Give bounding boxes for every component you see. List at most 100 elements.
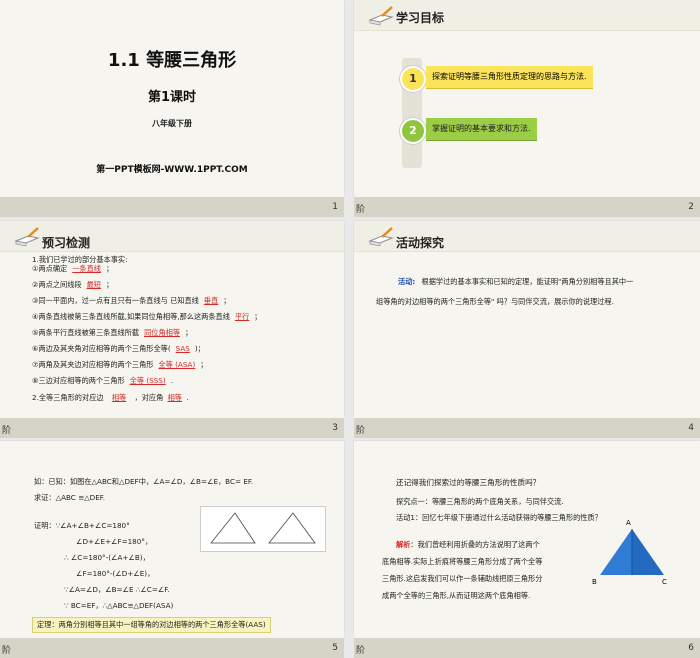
question-2: 2.全等三角形的对应边 相等 ，对应角 相等 . (32, 393, 189, 403)
book-pencil-icon (14, 227, 40, 247)
q2-fill-2: 相等 (167, 393, 182, 402)
fact-item: ③同一平面内，过一点有且只有一条直线与 已知直线 垂直； (32, 296, 230, 306)
page-number: 6 (688, 643, 694, 653)
fact-item: ⑧三边对应相等的两个三角形 全等 (SSS). (32, 376, 173, 386)
q2-pre: 2.全等三角形的对应边 (32, 393, 104, 402)
page-number: 1 (332, 202, 338, 212)
analysis-text-3: 三角形.这启发我们可以作一条辅助线把原三角形分 (382, 574, 543, 583)
fact-answer: 全等 (ASA) (158, 360, 196, 369)
analysis-label: 解析 (396, 540, 411, 549)
review-question: 还记得我们探索过的等腰三角形的性质吗？ (396, 478, 541, 487)
explore-point-1: 探究点一：等腰三角形的两个底角关系，与同伴交流. (396, 497, 564, 506)
analysis-line-1: 解析：我们曾经利用折叠的方法说明了这两个 (396, 540, 540, 550)
fact-text: 两条平行直线被第三条直线所截 (38, 328, 140, 337)
fact-answer: 最短 (86, 280, 101, 289)
proof-line-2: ∠D+∠E+∠F=180°， (76, 537, 153, 546)
fact-answer: 一条直线 (72, 264, 101, 273)
slide-5[interactable]: 如：已知：如图在△ABC和△DEF中，∠A=∠D，∠B=∠E，BC= EF. 求… (0, 441, 344, 638)
fact-answer: 同位角相等 (144, 328, 181, 337)
fact-answer: 垂直 (203, 296, 219, 305)
goal-1-number: 1 (400, 66, 426, 92)
vertex-a-label: A (626, 519, 631, 527)
page-number: 3 (332, 423, 338, 433)
vertex-b-label: B (592, 578, 597, 586)
slide-3-bar: 阶 3 (0, 418, 344, 438)
goal-2-number: 2 (400, 118, 426, 144)
fact-punct: )； (194, 344, 205, 353)
activity-text-1: 根据学过的基本事实和已知的定理，能证明"两角分别相等且其中一 (421, 277, 634, 286)
triangle-abc (210, 512, 256, 544)
slide-subtitle: 第1课时 (147, 90, 197, 105)
fact-text: 两边及其夹角对应相等的两个三角形全等( (38, 344, 171, 353)
slide-header: 预习检测 (42, 236, 91, 250)
footer-site: 第一PPT模板网-WWW.1PPT.COM (96, 165, 248, 175)
fact-text: 同一平面内，过一点有且只有一条直线与 已知直线 (38, 296, 199, 305)
proof-line-5: ∵∠A=∠D，∠B=∠E ∴∠C=∠F. (64, 585, 170, 594)
left-mark: 阶 (2, 646, 12, 656)
activity-label: 活动: (398, 277, 416, 286)
q2-mid: ，对应角 (134, 393, 164, 402)
fact-punct: ； (200, 360, 208, 369)
isosceles-triangle-figure: A B C (586, 519, 676, 611)
grade-label: 八年级下册 (152, 119, 192, 128)
slide-2[interactable]: 学习目标 1 探索证明等腰三角形性质定理的思路与方法. 2 掌握证明的基本要求和… (354, 0, 700, 197)
fact-punct: ； (254, 312, 262, 321)
fact-item: ②两点之间线段 最短； (32, 280, 113, 290)
given-line: 如：已知：如图在△ABC和△DEF中，∠A=∠D，∠B=∠E，BC= EF. (34, 477, 254, 486)
slide-header: 活动探究 (396, 236, 445, 250)
analysis-text-4: 成两个全等的三角形,从而证明这两个底角相等. (382, 591, 531, 600)
slide-2-bar: 阶 2 (354, 197, 700, 217)
right-half (632, 529, 664, 575)
triangle-def (268, 512, 316, 544)
fact-answer: SAS (175, 344, 190, 353)
slide-6[interactable]: 还记得我们探索过的等腰三角形的性质吗？ 探究点一：等腰三角形的两个底角关系，与同… (354, 441, 700, 638)
fact-item: ⑥两边及其夹角对应相等的两个三角形全等(SAS)； (32, 344, 205, 354)
fact-text: 两角及其夹边对应相等的两个三角形 (38, 360, 154, 369)
triangles-figure (200, 506, 326, 552)
slide-1[interactable]: 1.1 等腰三角形 第1课时 八年级下册 第一PPT模板网-WWW.1PPT.C… (0, 0, 344, 197)
prove-line: 求证：△ABC ≌△DEF. (34, 493, 106, 502)
activity-line-1: 活动: 根据学过的基本事实和已知的定理，能证明"两角分别相等且其中一 (398, 277, 633, 287)
slide-4-bar: 阶 4 (354, 418, 700, 438)
triangle-svg (600, 529, 664, 575)
proof-line-4: ∠F=180°-(∠D+∠E)， (76, 569, 155, 578)
theorem-box: 定理：两角分别相等且其中一组等角的对边相等的两个三角形全等(AAS) (32, 617, 271, 633)
fact-punct: ； (105, 264, 114, 273)
left-mark: 阶 (356, 646, 366, 656)
fact-punct: ； (105, 280, 114, 289)
proof-line-3: ∴ ∠C=180°-(∠A+∠B)， (64, 553, 150, 562)
left-mark: 阶 (356, 205, 366, 215)
fact-item: ④两条直线被第三条直线所截,如果同位角相等,那么这两条直线 平行； (32, 312, 262, 322)
slide-1-bar: 1 (0, 197, 344, 217)
fact-text: 三边对应相等的两个三角形 (38, 376, 125, 385)
fact-text: 两点之间线段 (38, 280, 82, 289)
fact-answer: 全等 (SSS) (129, 376, 166, 385)
slide-5-bar: 阶 5 (0, 638, 344, 658)
slide-4[interactable]: 活动探究 活动: 根据学过的基本事实和已知的定理，能证明"两角分别相等且其中一 … (354, 221, 700, 418)
fact-punct: . (170, 376, 173, 385)
slide-3[interactable]: 预习检测 1.我们已学过的部分基本事实: ①两点确定 一条直线； ②两点之间线段 最短… (0, 221, 344, 418)
fact-item: ⑤两条平行直线被第三条直线所截 同位角相等； (32, 328, 192, 338)
triangles-svg (210, 512, 316, 544)
vertex-c-label: C (662, 578, 667, 586)
proof-line-1: 证明：∵∠A+∠B+∠C=180° (34, 521, 130, 530)
book-pencil-icon (368, 227, 394, 247)
slide-6-bar: 阶 6 (354, 638, 700, 658)
analysis-text-2: 底角相等.实际上折痕将等腰三角形分成了两个全等 (382, 557, 543, 566)
fact-answer: 平行 (234, 312, 250, 321)
goal-1-text: 探索证明等腰三角形性质定理的思路与方法. (426, 66, 593, 89)
fact-text: 两点确定 (38, 264, 68, 273)
activity-text-2: 组等角的对边相等的两个三角形全等" 吗？与同伴交流，展示你的说理过程. (376, 297, 614, 306)
fact-text: 两条直线被第三条直线所截,如果同位角相等,那么这两条直线 (38, 312, 230, 321)
fact-item: ①两点确定 一条直线； (32, 264, 113, 274)
left-mark: 阶 (356, 426, 366, 436)
q2-post: . (186, 393, 189, 402)
fact-punct: ； (223, 296, 231, 305)
book-pencil-icon (368, 6, 394, 26)
proof-line-6: ∵ BC=EF，∴△ABC≌△DEF(ASA) (64, 601, 174, 610)
analysis-text-1: ：我们曾经利用折叠的方法说明了这两个 (410, 540, 540, 549)
page-number: 2 (688, 202, 694, 212)
slide-header: 学习目标 (396, 11, 445, 25)
q2-fill-1: 相等 (111, 393, 127, 402)
activity-1: 活动1：回忆七年级下册通过什么活动获得的等腰三角形的性质？ (396, 513, 602, 522)
